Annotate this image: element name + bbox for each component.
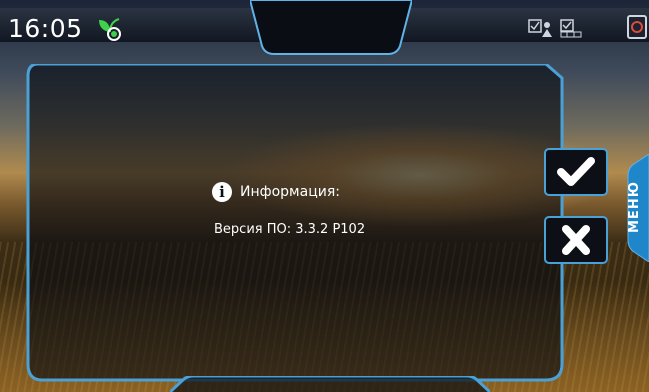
- info-header: i Информация:: [212, 182, 340, 202]
- top-center-notch: [250, 0, 412, 55]
- bottom-center-notch: [170, 376, 490, 392]
- x-icon: [562, 225, 590, 255]
- confirm-button[interactable]: [544, 148, 608, 196]
- checkmark-icon: [557, 157, 595, 186]
- info-icon: i: [212, 182, 232, 202]
- clock: 16:05: [8, 14, 83, 43]
- status-bar: 16:05: [0, 0, 649, 55]
- grid-checklist-icon: [560, 19, 582, 38]
- corner-settings-icon[interactable]: [626, 14, 648, 40]
- gps-leaf-icon: [99, 18, 121, 41]
- cancel-button[interactable]: [544, 216, 608, 264]
- dialog-title: Информация:: [240, 184, 340, 200]
- version-text: Версия ПО: 3.3.2 P102: [214, 222, 366, 237]
- side-menu-label[interactable]: МЕНЮ: [627, 165, 649, 249]
- person-checklist-icon: [528, 19, 552, 37]
